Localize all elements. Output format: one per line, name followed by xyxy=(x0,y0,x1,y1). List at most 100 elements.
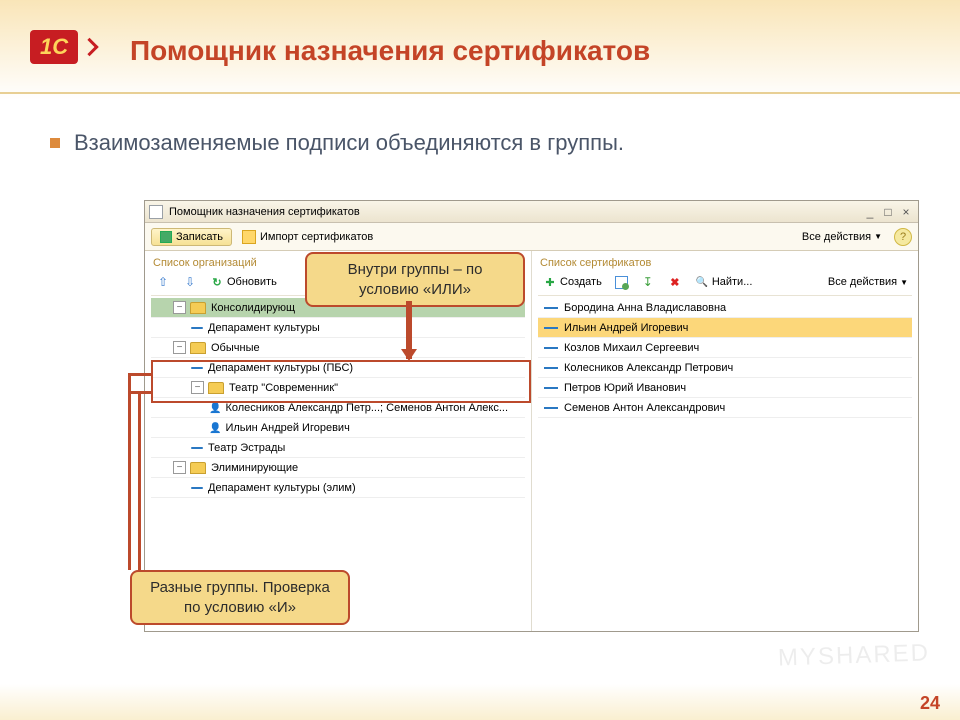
item-icon xyxy=(544,327,558,329)
main-toolbar: Записать Импорт сертификатов Все действи… xyxy=(145,223,918,251)
folder-icon xyxy=(190,342,206,354)
tree-row-label: Депарамент культуры xyxy=(208,322,320,334)
tree-row[interactable]: Театр Эстрады xyxy=(151,438,525,458)
connector-line xyxy=(128,373,131,570)
item-icon xyxy=(191,367,203,369)
chevron-down-icon: ▼ xyxy=(874,232,882,241)
tree-row[interactable]: − Обычные xyxy=(151,338,525,358)
list-item-label: Козлов Михаил Сергеевич xyxy=(564,342,699,354)
tree-row[interactable]: Депарамент культуры (ПБС) xyxy=(151,358,525,378)
tree-row[interactable]: − Элиминирующие xyxy=(151,458,525,478)
delete-button[interactable]: ✖ xyxy=(663,274,687,290)
page-number: 24 xyxy=(920,693,940,714)
watermark: MYSHARED xyxy=(778,639,931,672)
callout-or-condition: Внутри группы – по условию «ИЛИ» xyxy=(305,252,525,307)
connector-line xyxy=(130,373,152,376)
collapse-icon[interactable]: − xyxy=(173,461,186,474)
tree-row-label: Обычные xyxy=(211,342,260,354)
connector-line xyxy=(138,391,141,570)
magnifier-icon xyxy=(695,275,709,289)
list-item[interactable]: Ильин Андрей Игоревич xyxy=(538,318,912,338)
delete-icon: ✖ xyxy=(668,275,682,289)
item-icon xyxy=(544,347,558,349)
list-item-label: Бородина Анна Владиславовна xyxy=(564,302,726,314)
callout-arrow xyxy=(406,301,412,359)
import-icon xyxy=(242,230,256,244)
minimize-button[interactable]: _ xyxy=(862,205,878,219)
callout-and-condition: Разные группы. Проверка по условию «И» xyxy=(130,570,350,625)
folder-icon xyxy=(190,462,206,474)
item-icon xyxy=(191,487,203,489)
list-item[interactable]: Козлов Михаил Сергеевич xyxy=(538,338,912,358)
arrow-up-icon xyxy=(156,275,170,289)
item-icon xyxy=(544,307,558,309)
tree-row-label: Депарамент культуры (элим) xyxy=(208,482,356,494)
tree-row-label: Колесников Александр Петр...; Семенов Ан… xyxy=(225,402,508,414)
titlebar: Помощник назначения сертификатов _ □ × xyxy=(145,201,918,223)
collapse-icon[interactable]: − xyxy=(191,381,204,394)
floppy-icon xyxy=(160,231,172,243)
collapse-icon[interactable]: − xyxy=(173,301,186,314)
arrow-down-icon xyxy=(183,275,197,289)
folder-icon xyxy=(190,302,206,314)
edit-button[interactable] xyxy=(610,275,633,290)
refresh-icon xyxy=(210,275,224,289)
item-icon xyxy=(191,447,203,449)
chevron-down-icon: ▼ xyxy=(900,278,908,287)
tree-row[interactable]: Ильин Андрей Игоревич xyxy=(151,418,525,438)
maximize-button[interactable]: □ xyxy=(880,205,896,219)
tree-row[interactable]: Колесников Александр Петр...; Семенов Ан… xyxy=(151,398,525,418)
list-item[interactable]: Семенов Антон Александрович xyxy=(538,398,912,418)
close-button[interactable]: × xyxy=(898,205,914,219)
certificates-list[interactable]: Бородина Анна Владиславовна Ильин Андрей … xyxy=(538,298,912,627)
list-item[interactable]: Бородина Анна Владиславовна xyxy=(538,298,912,318)
list-item[interactable]: Петров Юрий Иванович xyxy=(538,378,912,398)
bullet-marker xyxy=(50,138,60,148)
app-window: Помощник назначения сертификатов _ □ × З… xyxy=(144,200,919,632)
item-icon xyxy=(544,387,558,389)
slide-title: Помощник назначения сертификатов xyxy=(130,35,650,67)
item-icon xyxy=(191,327,203,329)
tree-row-label: Элиминирующие xyxy=(211,462,298,474)
tree-row-label: Театр Эстрады xyxy=(208,442,285,454)
bullet-text: Взаимозаменяемые подписи объединяются в … xyxy=(74,130,624,156)
person-icon xyxy=(209,402,225,414)
list-item-label: Колесников Александр Петрович xyxy=(564,362,733,374)
tree-row-label: Театр "Современник" xyxy=(229,382,338,394)
slide-header: 1С Помощник назначения сертификатов xyxy=(0,0,960,100)
connector-line xyxy=(130,391,152,394)
certificates-toolbar: Создать ✖ Найти... Все действия ▼ xyxy=(538,272,912,296)
logo-1c: 1С xyxy=(30,30,100,80)
import-button[interactable]: Импорт сертификатов xyxy=(236,228,379,246)
tree-row-label: Ильин Андрей Игоревич xyxy=(225,422,349,434)
help-button[interactable]: ? xyxy=(894,228,912,246)
list-item-label: Петров Юрий Иванович xyxy=(564,382,686,394)
find-button[interactable]: Найти... xyxy=(690,274,758,290)
tree-row[interactable]: Депарамент культуры (элим) xyxy=(151,478,525,498)
person-icon xyxy=(209,422,225,434)
collapse-icon[interactable]: − xyxy=(173,341,186,354)
edit-icon xyxy=(615,276,628,289)
tree-row-label: Консолидирующ xyxy=(211,302,295,314)
tree-row[interactable]: − Театр "Современник" xyxy=(151,378,525,398)
all-actions-menu[interactable]: Все действия ▼ xyxy=(798,229,886,245)
list-item-label: Семенов Антон Александрович xyxy=(564,402,725,414)
list-item[interactable]: Колесников Александр Петрович xyxy=(538,358,912,378)
item-icon xyxy=(544,407,558,409)
certificates-all-actions[interactable]: Все действия ▼ xyxy=(824,274,912,290)
certificates-pane: Список сертификатов Создать ✖ Найти... В… xyxy=(531,251,918,631)
move-down-button[interactable] xyxy=(178,274,202,290)
tree-row-label: Депарамент культуры (ПБС) xyxy=(208,362,353,374)
list-item-label: Ильин Андрей Игоревич xyxy=(564,322,688,334)
item-icon xyxy=(544,367,558,369)
save-button[interactable]: Записать xyxy=(151,228,232,246)
copy-button[interactable] xyxy=(636,274,660,290)
tree-row[interactable]: Депарамент культуры xyxy=(151,318,525,338)
refresh-button[interactable]: Обновить xyxy=(205,274,282,290)
slide-bullet-row: Взаимозаменяемые подписи объединяются в … xyxy=(0,100,960,166)
move-up-button[interactable] xyxy=(151,274,175,290)
footer-band xyxy=(0,684,960,720)
window-title: Помощник назначения сертификатов xyxy=(169,206,360,218)
certificates-pane-title: Список сертификатов xyxy=(538,255,912,272)
create-button[interactable]: Создать xyxy=(538,274,607,290)
